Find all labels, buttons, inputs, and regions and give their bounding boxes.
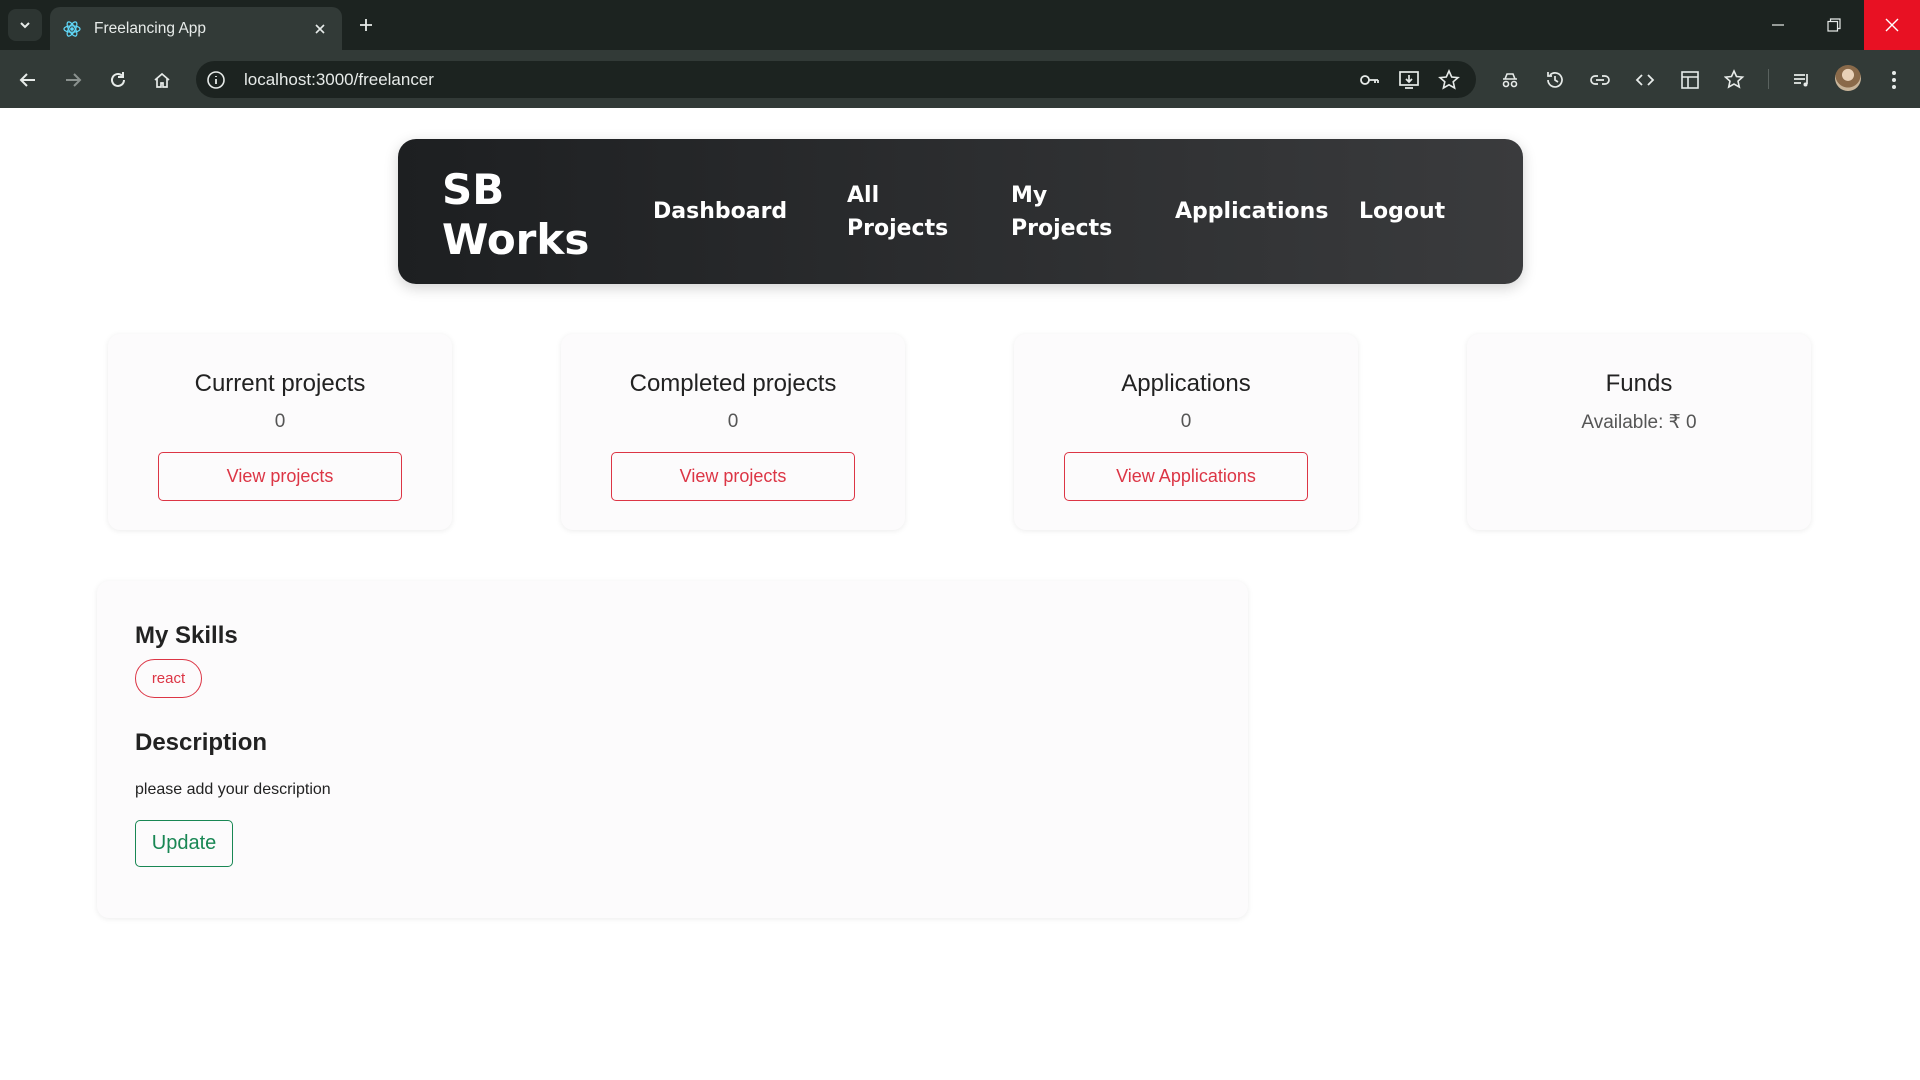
minimize-icon[interactable]: [1750, 0, 1806, 50]
card-title: Current projects: [194, 370, 366, 397]
forward-arrow-icon[interactable]: [58, 65, 88, 95]
description-heading: Description: [135, 729, 268, 756]
browser-tab[interactable]: Freelancing App: [50, 7, 342, 50]
favorites-icon[interactable]: [1720, 65, 1750, 95]
brand-logo-text[interactable]: SB Works: [442, 165, 602, 265]
card-title: Completed projects: [629, 370, 837, 397]
card-count: 0: [274, 411, 286, 432]
view-completed-projects-button[interactable]: View projects: [611, 452, 855, 501]
card-count: 0: [727, 411, 739, 432]
browser-toolbar: localhost:3000/freelancer: [0, 50, 1920, 108]
app-navbar: SB Works Dashboard All Projects My Proje…: [398, 139, 1523, 284]
card-count: 0: [1180, 411, 1192, 432]
nav-my-projects[interactable]: My Projects: [1011, 179, 1112, 245]
skill-chip: react: [135, 659, 202, 698]
tab-title: Freelancing App: [94, 19, 207, 37]
install-app-icon[interactable]: [1396, 67, 1422, 93]
nav-dashboard[interactable]: Dashboard: [653, 195, 787, 228]
home-icon[interactable]: [147, 65, 177, 95]
completed-projects-card: Completed projects 0 View projects: [561, 334, 905, 530]
nav-all-projects[interactable]: All Projects: [847, 179, 948, 245]
react-icon: [62, 19, 82, 39]
site-info-icon[interactable]: [204, 68, 228, 92]
bookmark-star-icon[interactable]: [1436, 67, 1462, 93]
browser-tab-bar: Freelancing App: [0, 0, 1920, 50]
profile-card: My Skills react Description please add y…: [97, 581, 1248, 918]
applications-card: Applications 0 View Applications: [1014, 334, 1358, 530]
more-menu-icon[interactable]: [1879, 65, 1909, 95]
toolbar-divider: [1768, 69, 1769, 89]
incognito-icon[interactable]: [1495, 65, 1525, 95]
reload-icon[interactable]: [103, 65, 133, 95]
view-current-projects-button[interactable]: View projects: [158, 452, 402, 501]
address-bar[interactable]: localhost:3000/freelancer: [196, 61, 1476, 98]
link-icon[interactable]: [1585, 65, 1615, 95]
password-key-icon[interactable]: [1356, 67, 1382, 93]
code-icon[interactable]: [1630, 65, 1660, 95]
close-icon[interactable]: [310, 19, 330, 39]
skills-heading: My Skills: [135, 622, 238, 649]
current-projects-card: Current projects 0 View projects: [108, 334, 452, 530]
profile-avatar[interactable]: [1835, 65, 1861, 91]
plus-icon[interactable]: [354, 13, 378, 37]
history-icon[interactable]: [1540, 65, 1570, 95]
card-title: Funds: [1605, 370, 1673, 397]
page-content: SB Works Dashboard All Projects My Proje…: [0, 108, 1920, 1080]
update-button[interactable]: Update: [135, 820, 233, 867]
url-text: localhost:3000/freelancer: [244, 69, 434, 89]
chevron-down-icon: [20, 22, 30, 29]
nav-logout[interactable]: Logout: [1359, 195, 1445, 228]
nav-applications[interactable]: Applications: [1175, 195, 1328, 228]
description-text: please add your description: [135, 781, 331, 798]
media-queue-icon[interactable]: [1787, 65, 1817, 95]
window-close-icon[interactable]: [1864, 0, 1920, 50]
table-layout-icon[interactable]: [1675, 65, 1705, 95]
funds-available-text: Available: ₹ 0: [1581, 412, 1697, 433]
funds-card: Funds Available: ₹ 0: [1467, 334, 1811, 530]
card-title: Applications: [1121, 370, 1251, 397]
restore-icon[interactable]: [1806, 0, 1862, 50]
view-applications-button[interactable]: View Applications: [1064, 452, 1308, 501]
tab-search-button[interactable]: [8, 9, 42, 41]
back-arrow-icon[interactable]: [13, 65, 43, 95]
